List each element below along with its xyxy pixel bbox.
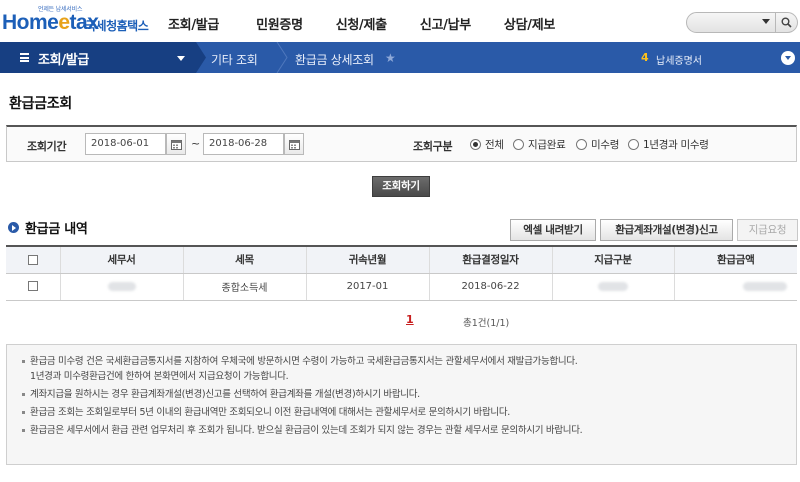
radio-label: 1년경과 미수령 [643, 139, 709, 151]
search-icon [781, 17, 792, 28]
top-header: 언제든 납세서비스 Homeetax 국세청홈택스 조회/발급 민원증명 신청/… [0, 0, 800, 42]
row-checkbox[interactable] [27, 281, 38, 291]
kind-label: 조회구분 [413, 140, 453, 153]
radio-unclaimed-1year[interactable]: 1년경과 미수령 [628, 137, 709, 152]
redacted-amount [743, 281, 787, 291]
notice-item: 환급금 미수령 건은 국세환급금통지서를 지참하여 우체국에 방문하시면 수령이… [21, 354, 796, 384]
table-header-row: 세무서 세목 귀속년월 환급결정일자 지급구분 환급금액 [6, 245, 797, 274]
nav-item-certificate[interactable]: 민원증명 [256, 14, 303, 33]
cell-office [59, 273, 183, 301]
section-bullet-icon [8, 222, 19, 233]
radio-dot [470, 139, 481, 150]
start-date-input[interactable]: 2018-06-01 [85, 133, 166, 155]
notice-text: 환급금 미수령 건은 국세환급금통지서를 지참하여 우체국에 방문하시면 수령이… [30, 356, 578, 367]
breadcrumb-item-refund-detail[interactable]: 환급금 상세조회 [295, 51, 374, 68]
logo-brand-home: Home [2, 11, 59, 34]
chevron-down-icon[interactable] [781, 51, 795, 65]
page-title: 환급금조회 [9, 96, 72, 112]
notice-text: 환급금은 세무서에서 환급 관련 업무처리 후 조회가 됩니다. 받으실 환급금… [30, 425, 583, 436]
notice-text: 계좌지급을 원하시는 경우 환급계좌개설(변경)신고를 선택하여 환급계좌를 개… [30, 389, 420, 400]
notice-item: 환급금은 세무서에서 환급 관련 업무처리 후 조회가 됩니다. 받으실 환급금… [21, 423, 796, 438]
pagination-total: 총1건(1/1) [463, 318, 510, 329]
select-all-cell [6, 245, 60, 274]
refund-account-button[interactable]: 환급계좌개설(변경)신고 [600, 219, 733, 241]
radio-paid[interactable]: 지급완료 [513, 137, 566, 152]
payment-request-button[interactable]: 지급요청 [737, 219, 798, 241]
column-header-decision-date: 환급결정일자 [428, 245, 552, 274]
logo-brand-kr: 국세청홈택스 [85, 19, 149, 33]
nav-item-report[interactable]: 신고/납부 [420, 14, 471, 33]
period-label: 조회기간 [27, 140, 67, 153]
breadcrumb-separator-icon [196, 42, 206, 73]
cell-amount [673, 273, 797, 301]
quick-menu-count: 4 [641, 51, 649, 64]
star-icon[interactable]: ★ [385, 51, 396, 65]
search-panel: 조회기간 2018-06-01 ~ 2018-06-28 조회구분 전체 지급완… [6, 125, 797, 162]
query-button[interactable]: 조회하기 [372, 176, 430, 197]
logo-brand-e: e [58, 11, 70, 34]
end-date-input[interactable]: 2018-06-28 [203, 133, 284, 155]
refund-table: 세무서 세목 귀속년월 환급결정일자 지급구분 환급금액 종합소득세 2017-… [6, 245, 797, 301]
column-header-period: 귀속년월 [305, 245, 429, 274]
date-range-separator: ~ [191, 137, 201, 150]
notice-text: 환급금 조회는 조회일로부터 5년 이내의 환급내역만 조회되오니 이전 환급내… [30, 407, 510, 418]
breadcrumb-item-other-lookup[interactable]: 기타 조회 [211, 51, 258, 68]
end-date-calendar-button[interactable] [284, 133, 304, 155]
breadcrumb-separator-icon [276, 42, 288, 73]
column-header-amount: 환급금액 [673, 245, 797, 274]
excel-download-button[interactable]: 엑셀 내려받기 [510, 219, 596, 241]
notice-text: 1년경과 미수령환급건에 한하여 본화면에서 지급요청이 가능합니다. [30, 371, 289, 382]
hamburger-icon [20, 53, 29, 62]
radio-label: 지급완료 [528, 139, 566, 151]
cell-decision-date: 2018-06-22 [428, 273, 552, 301]
logo-brand: Homeetax [2, 11, 99, 35]
chevron-down-icon [177, 56, 185, 61]
location-bar: 조회/발급 기타 조회 환급금 상세조회 ★ 4 납세증명서 [0, 42, 800, 73]
list-title: 환급금 내역 [25, 222, 88, 237]
column-header-tax-item: 세목 [182, 245, 306, 274]
redacted-office [107, 281, 136, 291]
nav-item-lookup[interactable]: 조회/발급 [168, 14, 219, 33]
redacted-pay-type [598, 281, 628, 291]
radio-all[interactable]: 전체 [470, 137, 504, 152]
global-nav: 조회/발급 민원증명 신청/제출 신고/납부 상담/제보 [168, 14, 588, 33]
cell-period: 2017-01 [305, 273, 429, 301]
column-header-office: 세무서 [59, 245, 183, 274]
notice-item: 환급금 조회는 조회일로부터 5년 이내의 환급내역만 조회되오니 이전 환급내… [21, 405, 796, 420]
calendar-icon [171, 140, 182, 150]
notice-box: 환급금 미수령 건은 국세환급금통지서를 지참하여 우체국에 방문하시면 수령이… [6, 344, 797, 465]
menu-dropdown[interactable]: 조회/발급 [0, 42, 196, 73]
search-select[interactable] [686, 12, 776, 33]
radio-unclaimed[interactable]: 미수령 [576, 137, 619, 152]
table-row[interactable]: 종합소득세 2017-01 2018-06-22 [6, 273, 797, 301]
radio-label: 전체 [485, 139, 504, 151]
cell-pay-type [551, 273, 674, 301]
menu-title: 조회/발급 [38, 53, 90, 68]
chevron-down-icon [762, 19, 770, 24]
notice-item: 계좌지급을 원하시는 경우 환급계좌개설(변경)신고를 선택하여 환급계좌를 개… [21, 387, 796, 402]
row-select-cell [6, 273, 60, 301]
column-header-pay-type: 지급구분 [551, 245, 674, 274]
nav-item-consult[interactable]: 상담/제보 [504, 14, 555, 33]
cell-tax-item: 종합소득세 [182, 273, 306, 301]
radio-label: 미수령 [591, 139, 620, 151]
search-button[interactable] [776, 12, 798, 33]
pagination-current-page[interactable]: 1 [406, 313, 414, 326]
nav-item-apply[interactable]: 신청/제출 [336, 14, 387, 33]
quick-menu-label[interactable]: 납세증명서 [656, 52, 702, 67]
select-all-checkbox[interactable] [27, 254, 38, 265]
radio-dot [576, 139, 587, 150]
start-date-calendar-button[interactable] [166, 133, 186, 155]
radio-dot [513, 139, 524, 150]
calendar-icon [289, 140, 300, 150]
hometax-logo[interactable]: 언제든 납세서비스 Homeetax 국세청홈택스 [2, 4, 152, 38]
radio-dot [628, 139, 639, 150]
